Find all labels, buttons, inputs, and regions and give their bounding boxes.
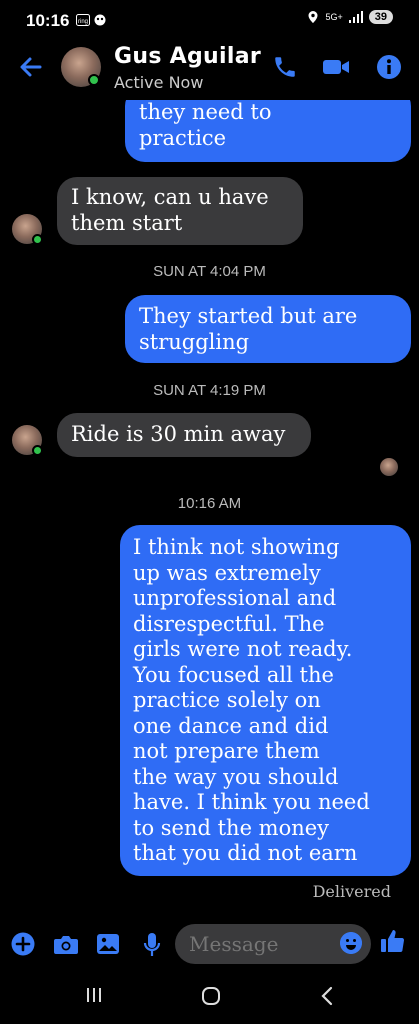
recent-apps-icon[interactable]: [85, 986, 103, 1004]
message-line: I know, can u have: [71, 185, 269, 209]
message-line: unprofessional and: [133, 586, 337, 610]
message-composer: [0, 920, 419, 970]
message-line: they need to: [139, 100, 272, 124]
message-line: practice: [139, 125, 227, 150]
message-line: one dance and did: [133, 713, 329, 738]
message-list: they need to practice I know, can u have…: [0, 0, 419, 920]
like-thumbs-up-icon[interactable]: [380, 928, 406, 954]
active-status: Active Now: [114, 73, 204, 92]
message-line: I think not showing: [133, 535, 340, 559]
timestamp-divider: SUN AT 4:04 PM: [153, 263, 266, 280]
home-icon[interactable]: [201, 986, 221, 1006]
message-line: girls were not ready.: [133, 637, 353, 661]
system-navigation-bar: [0, 970, 419, 1024]
video-call-icon[interactable]: [322, 54, 350, 80]
add-plus-icon[interactable]: [11, 932, 35, 956]
delivery-status: Delivered: [312, 882, 391, 901]
camera-icon[interactable]: [53, 932, 79, 956]
back-icon[interactable]: [320, 986, 334, 1006]
online-indicator: [32, 445, 43, 456]
message-line: practice solely on: [133, 688, 321, 712]
outgoing-message[interactable]: They started but are struggling: [125, 295, 411, 363]
microphone-icon[interactable]: [142, 932, 162, 958]
timestamp-divider: SUN AT 4:19 PM: [153, 382, 266, 399]
contact-name[interactable]: Gus Aguilar: [114, 44, 261, 69]
incoming-message[interactable]: I know, can u have them start: [57, 177, 303, 245]
online-indicator: [32, 234, 43, 245]
message-line: not prepare them: [133, 739, 320, 763]
message-line: struggling: [139, 329, 250, 354]
incoming-message[interactable]: Ride is 30 min away: [57, 413, 311, 457]
message-line: the way you should: [133, 764, 339, 789]
message-line: Ride is 30 min away: [71, 422, 286, 446]
message-line: to send the money: [133, 815, 330, 840]
online-indicator: [88, 74, 100, 86]
message-line: that you did not earn: [133, 841, 358, 865]
info-icon[interactable]: [376, 54, 402, 80]
conversation-header: Gus Aguilar Active Now: [0, 40, 419, 100]
read-receipt-avatar: [380, 458, 398, 476]
timestamp-divider: 10:16 AM: [177, 495, 242, 512]
message-line: them start: [71, 210, 183, 235]
phone-call-icon[interactable]: [272, 54, 298, 80]
outgoing-message[interactable]: I think not showing up was extremely unp…: [120, 525, 411, 876]
message-line: up was extremely: [133, 560, 321, 585]
message-line: You focused all the: [133, 662, 334, 687]
gallery-icon[interactable]: [96, 932, 120, 956]
emoji-icon[interactable]: [340, 932, 362, 954]
message-line: have. I think you need: [133, 790, 370, 814]
message-line: disrespectful. The: [133, 611, 325, 636]
back-arrow-icon[interactable]: [18, 54, 44, 80]
message-line: They started but are: [139, 304, 358, 328]
